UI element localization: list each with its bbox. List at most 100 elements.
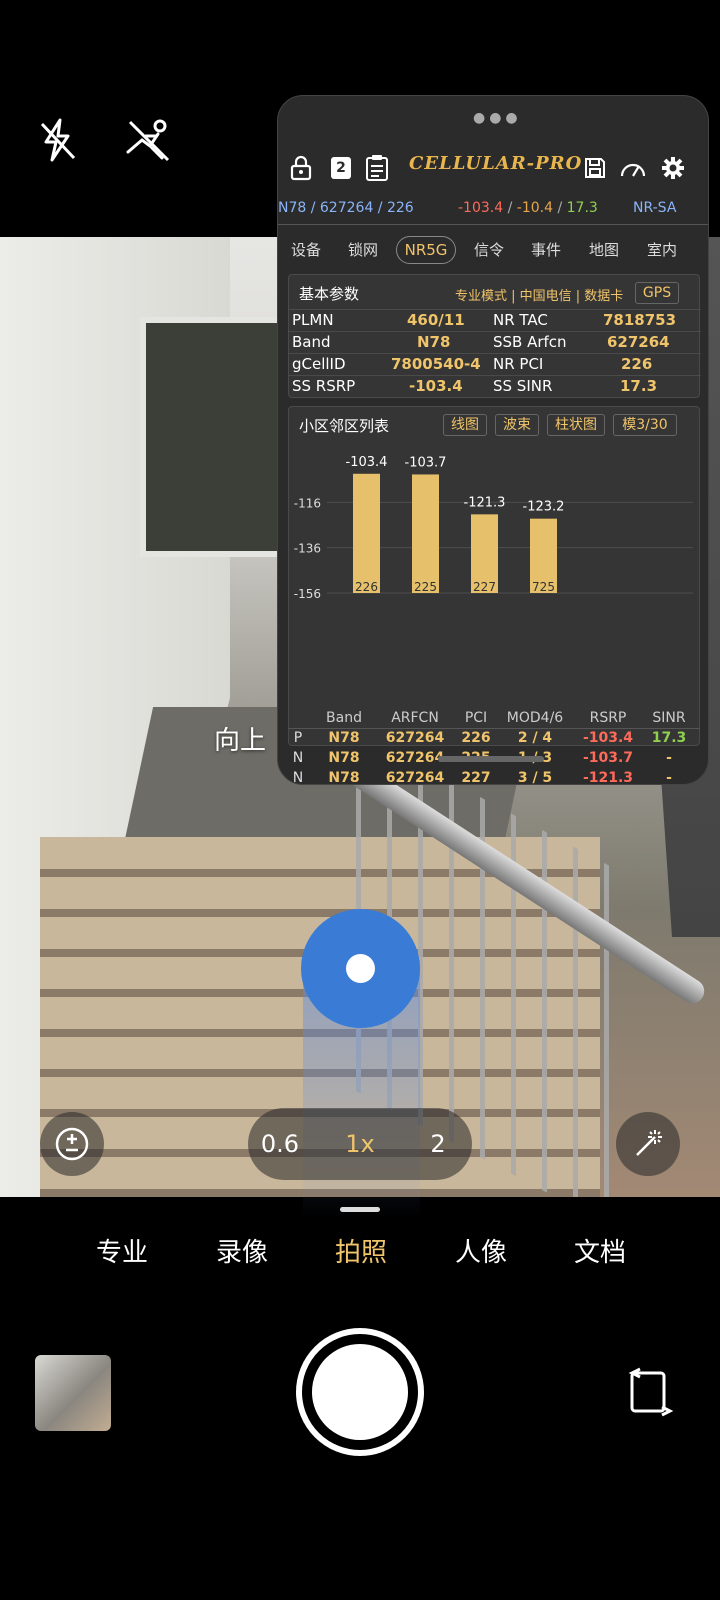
tab-bar: 设备 锁网 NR5G 信令 事件 地图 室内 (278, 232, 708, 268)
gallery-thumbnail[interactable] (35, 1355, 111, 1431)
gps-button[interactable]: GPS (635, 282, 679, 304)
bar-value-label: -121.3 (464, 495, 506, 510)
zoom-2[interactable]: 2 (406, 1108, 470, 1180)
param-row: gCellID 7800540-4 NR PCI 226 (289, 353, 701, 375)
bar-value-label: -123.2 (523, 500, 565, 515)
param-value: -103.4 (409, 377, 463, 395)
motion-off-icon[interactable] (118, 110, 178, 170)
tab-indoor[interactable]: 室内 (634, 232, 690, 268)
bar-chart-button[interactable]: 柱状图 (547, 414, 605, 436)
cell-band: N78 (328, 750, 360, 766)
zoom-selector: 0.6 1x 2 (248, 1108, 472, 1180)
save-icon[interactable] (578, 151, 612, 185)
bar-value-label: -103.4 (346, 455, 388, 470)
zoom-0-6[interactable]: 0.6 (248, 1108, 312, 1180)
cell-sinr: - (666, 770, 672, 785)
tab-map[interactable]: 地图 (576, 232, 632, 268)
tab-nr5g[interactable]: NR5G (396, 236, 456, 264)
mode-document[interactable]: 文档 (555, 1232, 645, 1269)
cell-pci: 227 (461, 770, 491, 785)
zoom-1x[interactable]: 1x (328, 1108, 392, 1180)
status-signal: -103.4 / -10.4 / 17.3 (458, 200, 598, 216)
drag-dots[interactable]: ●●● (473, 110, 522, 126)
bar-value-label: -103.7 (405, 455, 447, 470)
lock-icon[interactable] (284, 151, 318, 185)
mode-portrait[interactable]: 人像 (436, 1232, 526, 1269)
bar-category-label: 226 (355, 580, 378, 594)
col-band: Band (326, 710, 362, 726)
tab-device[interactable]: 设备 (278, 232, 334, 268)
drawer-handle[interactable] (340, 1207, 380, 1212)
exposure-icon (55, 1127, 89, 1161)
switch-camera-icon[interactable] (622, 1363, 678, 1419)
status-rsrp: -103.4 (458, 200, 504, 216)
tab-events[interactable]: 事件 (518, 232, 574, 268)
param-value: 627264 (607, 333, 670, 351)
divider-top (278, 224, 708, 225)
mode-video[interactable]: 录像 (197, 1232, 287, 1269)
param-row: Band N78 SSB Arfcn 627264 (289, 331, 701, 353)
gear-icon[interactable] (656, 151, 690, 185)
cell-rsrp: -103.7 (582, 750, 634, 766)
cell-band: N78 (328, 730, 360, 746)
param-key: NR PCI (493, 355, 544, 373)
bar (353, 473, 380, 593)
status-sinr: 17.3 (566, 200, 598, 216)
param-key: Band (292, 333, 331, 351)
col-arfcn: ARFCN (391, 710, 439, 726)
exposure-button[interactable] (40, 1112, 104, 1176)
cell-mod: 3 / 5 (517, 770, 553, 785)
tab-signaling[interactable]: 信令 (461, 232, 517, 268)
magic-wand-icon (636, 1130, 662, 1156)
basic-params-card: 基本参数 专业模式 | 中国电信 | 数据卡 GPS PLMN 460/11 N… (288, 274, 701, 398)
param-value: 226 (621, 355, 653, 373)
y-tick-label: -136 (294, 542, 321, 556)
basic-params-title: 基本参数 (299, 285, 360, 303)
cell-arfcn: 627264 (385, 770, 445, 785)
doorway (140, 317, 300, 557)
app-logo: CELLULAR-PRO (409, 153, 583, 174)
cell-sinr: - (666, 750, 672, 766)
clipboard-icon[interactable] (360, 151, 394, 185)
col-type: N (292, 750, 304, 766)
cell-pci: 226 (461, 730, 491, 746)
rsrp-bar-chart: -116 -136 -156 -103.4 226 -103.7 225 -121.3 227 -… (294, 455, 693, 601)
panel-resize-handle[interactable] (438, 756, 544, 762)
param-key: SS SINR (493, 377, 553, 395)
cell-arfcn: 627264 (385, 730, 445, 746)
param-key: SSB Arfcn (493, 333, 567, 351)
status-mode: NR-SA (633, 200, 677, 216)
status-cell-info: N78 / 627264 / 226 (278, 200, 414, 216)
col-type: N (292, 770, 304, 785)
shutter-inner (312, 1344, 408, 1440)
camera-screen: 向上 0.6 1x 2 专业 录像 拍照 人像 文档 ●●● 2 CELLULA… (0, 0, 720, 1600)
param-key: PLMN (292, 311, 334, 329)
param-key: SS RSRP (292, 377, 356, 395)
line-chart-button[interactable]: 线图 (443, 414, 487, 436)
mode-pro[interactable]: 专业 (77, 1232, 167, 1269)
status-rsrq: -10.4 (516, 200, 553, 216)
cellular-pro-overlay[interactable]: ●●● 2 CELLULAR-PRO N78 / 627264 / 226 -1… (277, 95, 709, 785)
cell-mod: 2 / 4 (517, 730, 553, 746)
mode-photo[interactable]: 拍照 (316, 1232, 406, 1269)
bar (412, 474, 439, 593)
speedometer-icon[interactable] (616, 151, 650, 185)
flash-auto-icon[interactable] (28, 110, 88, 170)
focus-point[interactable] (346, 954, 375, 983)
shutter-button[interactable] (296, 1328, 424, 1456)
neighbor-table-header: Band ARFCN PCI MOD4/6 RSRP SINR (288, 709, 700, 729)
neighbor-table: Band ARFCN PCI MOD4/6 RSRP SINR P N78 6272… (288, 709, 700, 785)
cell-rsrp: -121.3 (582, 770, 634, 785)
neighbor-row: N N78 627264 227 3 / 5 -121.3 - (288, 769, 700, 785)
mod-button[interactable]: 模3/30 (613, 414, 677, 436)
ai-enhance-button[interactable] (616, 1112, 680, 1176)
col-mod: MOD4/6 (506, 710, 564, 726)
param-value: 17.3 (620, 377, 658, 395)
sim-slot-icon[interactable]: 2 (324, 151, 358, 185)
beam-button[interactable]: 波束 (495, 414, 539, 436)
param-value: N78 (417, 333, 451, 351)
cell-band: N78 (328, 770, 360, 785)
param-row: SS RSRP -103.4 SS SINR 17.3 (289, 375, 701, 397)
col-sinr: SINR (652, 710, 686, 726)
tab-lock-network[interactable]: 锁网 (335, 232, 391, 268)
